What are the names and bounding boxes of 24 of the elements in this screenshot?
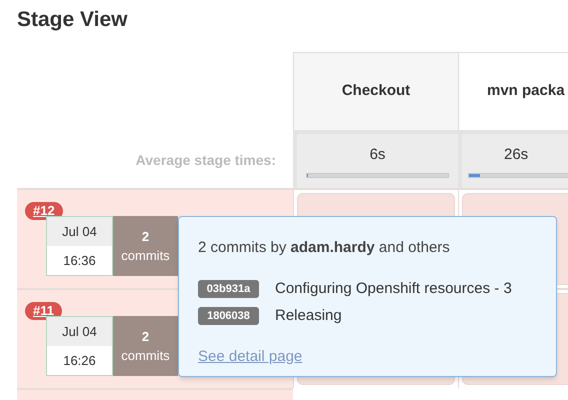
commits-label: commits <box>121 347 170 365</box>
commits-badge[interactable]: 2 commits <box>113 216 178 276</box>
commits-label: commits <box>121 247 170 265</box>
build-date: Jul 04 <box>47 317 112 346</box>
commit-message: Configuring Openshift resources - 3 <box>275 278 512 298</box>
commit-message: Releasing <box>275 306 342 326</box>
commits-badge[interactable]: 2 commits <box>113 316 178 376</box>
build-number-link[interactable]: #12 <box>25 202 63 220</box>
commits-count: 2 <box>142 328 150 346</box>
average-time: 26s <box>504 145 528 165</box>
commits-summary: 2 commits by adam.hardy and others <box>198 238 451 258</box>
page-title: Stage View <box>17 7 128 33</box>
build-time: 16:36 <box>62 252 97 270</box>
average-label: Average stage times: <box>136 150 276 170</box>
stage-name: Checkout <box>342 81 410 102</box>
commit-hash: 03b931a <box>198 280 259 298</box>
build-time: 16:26 <box>62 352 97 370</box>
detail-page-link[interactable]: See detail page <box>198 346 302 368</box>
build-number-link[interactable]: #11 <box>25 302 62 320</box>
commits-count: 2 <box>142 228 150 246</box>
build-date: Jul 04 <box>47 217 112 246</box>
commit-hash: 1806038 <box>198 307 259 326</box>
average-time: 6s <box>370 145 386 165</box>
stage-name: mvn packa <box>487 81 565 102</box>
